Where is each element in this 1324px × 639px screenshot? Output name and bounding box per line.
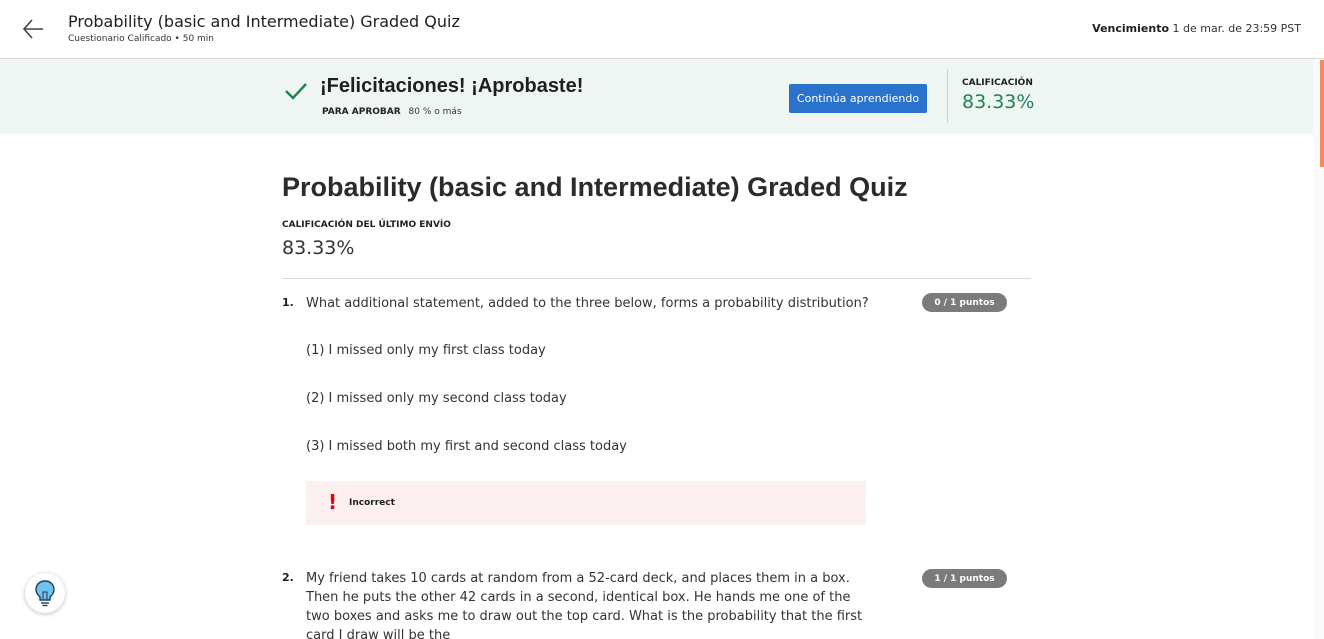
pass-requirement: PARA APROBAR 80 % o más: [322, 107, 462, 117]
last-submission-value: 83.33%: [282, 237, 355, 259]
question-2-number: 2.: [282, 571, 294, 584]
result-banner: ¡Felicitaciones! ¡Aprobaste! PARA APROBA…: [0, 59, 1313, 134]
back-arrow-icon[interactable]: [20, 16, 46, 42]
scrollbar-thumb[interactable]: [1320, 60, 1324, 167]
question-1-text: What additional statement, added to the …: [306, 296, 869, 311]
banner-divider: [947, 69, 948, 123]
lightbulb-icon[interactable]: [25, 573, 65, 613]
exclamation-icon: !: [328, 490, 338, 514]
question-1-number: 1.: [282, 296, 294, 309]
top-header: Probability (basic and Intermediate) Gra…: [0, 0, 1324, 59]
grade-value: 83.33%: [962, 91, 1035, 113]
pass-label: PARA APROBAR: [322, 107, 401, 117]
question-1-feedback: ! Incorrect: [306, 481, 866, 525]
due-date: Vencimiento 1 de mar. de 23:59 PST: [1092, 22, 1301, 35]
due-label: Vencimiento: [1092, 22, 1170, 35]
question-1-option-2: (2) I missed only my second class today: [306, 391, 567, 406]
header-title: Probability (basic and Intermediate) Gra…: [68, 12, 460, 31]
continue-learning-button[interactable]: Continúa aprendiendo: [789, 84, 927, 113]
grade-label: CALIFICACIÓN: [962, 78, 1033, 88]
last-submission-label: CALIFICACIÓN DEL ÚLTIMO ENVÍO: [282, 220, 451, 230]
question-2-points-badge: 1 / 1 puntos: [922, 569, 1007, 588]
divider: [282, 278, 1031, 279]
question-1-points-badge: 0 / 1 puntos: [922, 293, 1007, 312]
feedback-text: Incorrect: [349, 498, 395, 508]
due-value: 1 de mar. de 23:59 PST: [1172, 22, 1301, 35]
pass-value: 80 % o más: [408, 107, 462, 117]
question-2-text: My friend takes 10 cards at random from …: [306, 571, 863, 639]
checkmark-icon: [284, 79, 308, 103]
question-1-option-1: (1) I missed only my first class today: [306, 343, 546, 358]
header-subtitle: Cuestionario Calificado • 50 min: [68, 34, 215, 44]
congrats-heading: ¡Felicitaciones! ¡Aprobaste!: [320, 75, 584, 97]
quiz-title: Probability (basic and Intermediate) Gra…: [282, 172, 908, 202]
question-1-option-3: (3) I missed both my first and second cl…: [306, 439, 627, 454]
